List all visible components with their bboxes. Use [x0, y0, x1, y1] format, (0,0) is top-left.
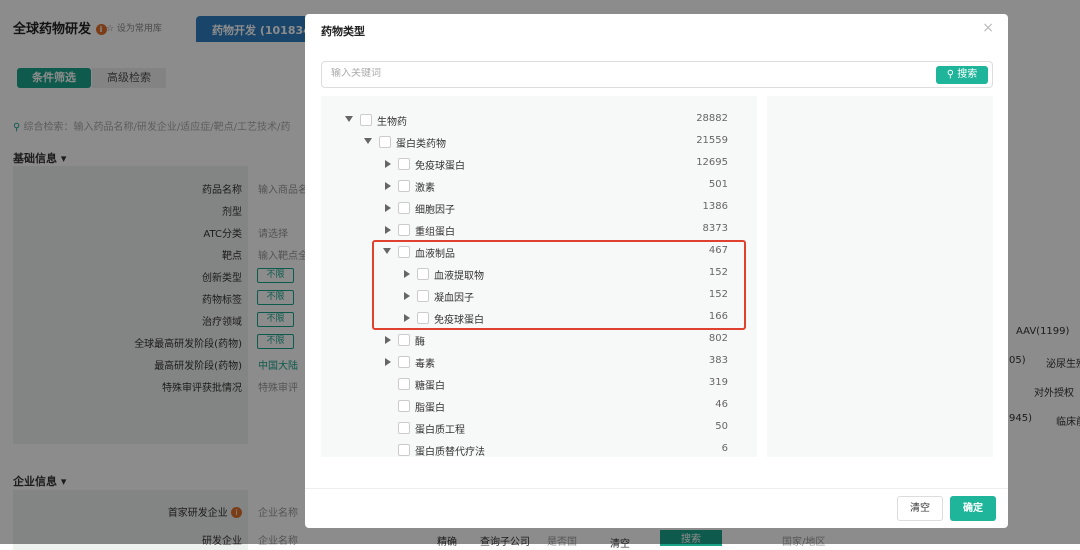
tree-node-count: 8373 [702, 223, 728, 234]
tree-node-count: 319 [708, 377, 728, 388]
tree-node[interactable]: 蛋白质替代疗法 6 [321, 439, 757, 457]
tree-node-label: 蛋白类药物 [396, 139, 446, 150]
tree-node-count: 383 [708, 355, 728, 366]
tree-node[interactable]: 重组蛋白 8373 [321, 219, 757, 241]
tree-checkbox[interactable] [398, 180, 410, 192]
tree-checkbox[interactable] [398, 422, 410, 434]
tree-node-count: 28882 [696, 113, 728, 124]
tree-node[interactable]: 免疫球蛋白 12695 [321, 153, 757, 175]
tree-node-count: 50 [715, 421, 728, 432]
search-icon: ⚲ [946, 69, 955, 80]
dialog-title: 药物类型 [321, 25, 365, 38]
tree-node[interactable]: 脂蛋白 46 [321, 395, 757, 417]
tree-node-label: 细胞因子 [415, 205, 455, 216]
keyword-search: ⚲ 搜索 [321, 61, 993, 88]
tree-node[interactable]: 生物药 28882 [321, 109, 757, 131]
confirm-button[interactable]: 确定 [950, 496, 996, 521]
tree-checkbox[interactable] [398, 158, 410, 170]
tree-node-count: 1386 [702, 201, 728, 212]
tree-node[interactable]: 蛋白质工程 50 [321, 417, 757, 439]
tree-node-count: 802 [708, 333, 728, 344]
tree-node-label: 糖蛋白 [415, 381, 445, 392]
keyword-input[interactable] [331, 68, 911, 79]
tree-node[interactable]: 酶 802 [321, 329, 757, 351]
clear-button[interactable]: 清空 [897, 496, 943, 521]
caret-right-icon[interactable] [385, 182, 391, 190]
tree-node[interactable]: 毒素 383 [321, 351, 757, 373]
caret-right-icon[interactable] [385, 358, 391, 366]
tree-node-label: 重组蛋白 [415, 227, 455, 238]
caret-right-icon[interactable] [385, 160, 391, 168]
tree-checkbox[interactable] [398, 378, 410, 390]
caret-right-icon[interactable] [385, 226, 391, 234]
caret-right-icon[interactable] [385, 336, 391, 344]
tree-node-label: 免疫球蛋白 [415, 161, 465, 172]
close-icon[interactable]: × [982, 20, 994, 36]
tree-node-count: 12695 [696, 157, 728, 168]
highlight-box [372, 240, 746, 330]
footer-divider [305, 488, 1008, 489]
tree-node[interactable]: 激素 501 [321, 175, 757, 197]
caret-right-icon[interactable] [385, 204, 391, 212]
selected-panel [767, 96, 993, 457]
tree-node-label: 蛋白质替代疗法 [415, 447, 485, 457]
tree-node-count: 21559 [696, 135, 728, 146]
tree-checkbox[interactable] [379, 136, 391, 148]
tree-node-label: 脂蛋白 [415, 403, 445, 414]
tree-node[interactable]: 细胞因子 1386 [321, 197, 757, 219]
tree-checkbox[interactable] [360, 114, 372, 126]
caret-down-icon[interactable] [364, 138, 372, 144]
tree-node[interactable]: 糖蛋白 319 [321, 373, 757, 395]
tree-checkbox[interactable] [398, 444, 410, 456]
tree-checkbox[interactable] [398, 224, 410, 236]
tree-node-count: 501 [708, 179, 728, 190]
caret-down-icon[interactable] [345, 116, 353, 122]
tree-node-count: 46 [715, 399, 728, 410]
tree-checkbox[interactable] [398, 400, 410, 412]
tree-node-count: 6 [721, 443, 728, 454]
tree-node-label: 生物药 [377, 117, 407, 128]
tree-node-label: 激素 [415, 183, 435, 194]
tree-node-label: 酶 [415, 337, 425, 348]
tree-node-label: 蛋白质工程 [415, 425, 465, 436]
search-button[interactable]: ⚲ 搜索 [936, 66, 988, 84]
tree-node-label: 毒素 [415, 359, 435, 370]
tree-checkbox[interactable] [398, 334, 410, 346]
tree-checkbox[interactable] [398, 202, 410, 214]
tree-checkbox[interactable] [398, 356, 410, 368]
tree-node[interactable]: 蛋白类药物 21559 [321, 131, 757, 153]
